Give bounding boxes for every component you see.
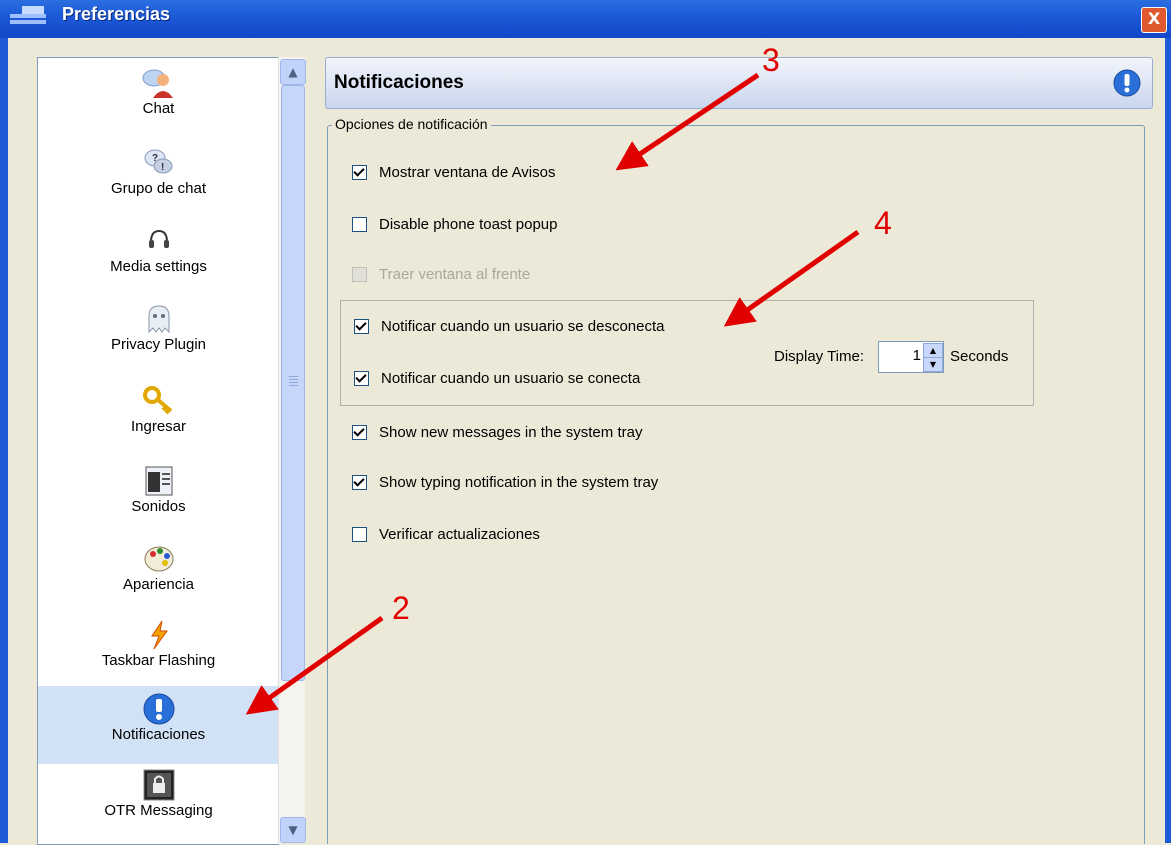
sidebar-item-taskbar-flashing[interactable]: Taskbar Flashing bbox=[38, 618, 279, 669]
window-border-left bbox=[0, 38, 8, 843]
display-time-label: Display Time: bbox=[774, 348, 865, 365]
svg-text:?: ? bbox=[152, 153, 158, 164]
sidebar-item-label: Chat bbox=[142, 100, 175, 117]
palette-icon bbox=[144, 546, 173, 572]
sounds-icon bbox=[145, 466, 172, 496]
option-verificar-actualizaciones[interactable]: Verificar actualizaciones bbox=[352, 526, 540, 543]
option-label: Show typing notification in the system t… bbox=[379, 474, 659, 491]
display-time-value[interactable]: 1 bbox=[879, 347, 921, 364]
sidebar-item-sonidos[interactable]: Sonidos bbox=[38, 464, 279, 515]
key-icon bbox=[142, 386, 172, 415]
sidebar-item-chat[interactable]: Chat bbox=[38, 66, 279, 117]
checkbox[interactable] bbox=[352, 217, 367, 232]
panel-header: Notificaciones bbox=[325, 57, 1153, 109]
sidebar-item-label: Notificaciones bbox=[111, 726, 206, 743]
option-label: Traer ventana al frente bbox=[379, 266, 531, 283]
sidebar-item-label: OTR Messaging bbox=[104, 802, 213, 819]
sidebar-item-media-settings[interactable]: Media settings bbox=[38, 224, 279, 275]
exclamation-icon bbox=[143, 693, 174, 725]
option-show-typing-tray[interactable]: Show typing notification in the system t… bbox=[352, 474, 658, 491]
scroll-up-button[interactable]: ▲ bbox=[280, 59, 306, 85]
sidebar-item-label: Sonidos bbox=[131, 498, 186, 515]
sidebar-scrollbar[interactable]: ▲ ▼ bbox=[278, 57, 306, 843]
sidebar-item-privacy-plugin[interactable]: Privacy Plugin bbox=[38, 302, 279, 353]
checkbox[interactable] bbox=[352, 475, 367, 490]
otr-lock-icon bbox=[143, 769, 174, 801]
annotation-label-3: 3 bbox=[762, 42, 780, 78]
option-label: Show new messages in the system tray bbox=[379, 424, 643, 441]
display-time-stepper[interactable]: 1 ▲ ▼ bbox=[878, 341, 944, 373]
close-button[interactable]: X bbox=[1141, 7, 1167, 33]
sidebar-item-label: Media settings bbox=[110, 258, 207, 275]
checkbox[interactable] bbox=[354, 319, 369, 334]
app-icon bbox=[10, 6, 46, 24]
sidebar-item-label: Taskbar Flashing bbox=[101, 652, 216, 669]
sidebar-item-group-chat[interactable]: ? ! Grupo de chat bbox=[38, 146, 279, 197]
checkbox[interactable] bbox=[352, 527, 367, 542]
option-mostrar-ventana-avisos[interactable]: Mostrar ventana de Avisos bbox=[352, 164, 555, 181]
sidebar-item-label: Ingresar bbox=[130, 418, 187, 435]
sidebar-item-otr-messaging[interactable]: OTR Messaging bbox=[38, 768, 279, 819]
sidebar-item-label: Privacy Plugin bbox=[110, 336, 207, 353]
spin-up-button[interactable]: ▲ bbox=[923, 343, 943, 358]
option-label: Notificar cuando un usuario se desconect… bbox=[381, 318, 665, 335]
annotation-label-4: 4 bbox=[874, 205, 892, 241]
option-label: Verificar actualizaciones bbox=[379, 526, 540, 543]
title-bar: Preferencias X bbox=[0, 0, 1171, 38]
ghost-icon bbox=[148, 305, 169, 334]
sidebar-item-ingresar[interactable]: Ingresar bbox=[38, 384, 279, 435]
category-list: Chat ? ! Grupo de chat Media settings Pr… bbox=[37, 57, 279, 845]
sidebar-item-label: Apariencia bbox=[123, 576, 194, 593]
chat-user-icon bbox=[142, 69, 173, 98]
option-label: Notificar cuando un usuario se conecta bbox=[381, 370, 641, 387]
headset-icon bbox=[148, 229, 169, 248]
option-notificar-desconecta[interactable]: Notificar cuando un usuario se desconect… bbox=[354, 318, 665, 335]
lightning-icon bbox=[150, 620, 168, 650]
annotation-label-2: 2 bbox=[392, 590, 410, 626]
option-traer-ventana-frente: Traer ventana al frente bbox=[352, 266, 530, 283]
checkbox[interactable] bbox=[354, 371, 369, 386]
group-legend: Opciones de notificación bbox=[332, 116, 491, 132]
checkbox[interactable] bbox=[352, 425, 367, 440]
option-show-new-messages-tray[interactable]: Show new messages in the system tray bbox=[352, 424, 642, 441]
sidebar-item-label: Grupo de chat bbox=[110, 180, 207, 197]
window-border-right bbox=[1165, 38, 1171, 843]
exclamation-icon bbox=[1113, 69, 1141, 97]
spin-down-button[interactable]: ▼ bbox=[923, 357, 943, 372]
option-label: Disable phone toast popup bbox=[379, 216, 558, 233]
page-title: Notificaciones bbox=[334, 72, 464, 93]
option-notificar-conecta[interactable]: Notificar cuando un usuario se conecta bbox=[354, 370, 640, 387]
window-title: Preferencias bbox=[62, 4, 171, 24]
display-time-unit: Seconds bbox=[950, 348, 1009, 365]
checkbox bbox=[352, 267, 367, 282]
sidebar-item-apariencia[interactable]: Apariencia bbox=[38, 542, 279, 593]
option-label: Mostrar ventana de Avisos bbox=[379, 164, 556, 181]
checkbox[interactable] bbox=[352, 165, 367, 180]
scroll-down-button[interactable]: ▼ bbox=[280, 817, 306, 843]
group-chat-icon: ? ! bbox=[144, 149, 172, 174]
svg-text:!: ! bbox=[161, 162, 164, 173]
scroll-thumb[interactable] bbox=[281, 85, 305, 681]
sidebar-item-notificaciones[interactable]: Notificaciones bbox=[38, 686, 279, 764]
option-disable-phone-toast[interactable]: Disable phone toast popup bbox=[352, 216, 557, 233]
